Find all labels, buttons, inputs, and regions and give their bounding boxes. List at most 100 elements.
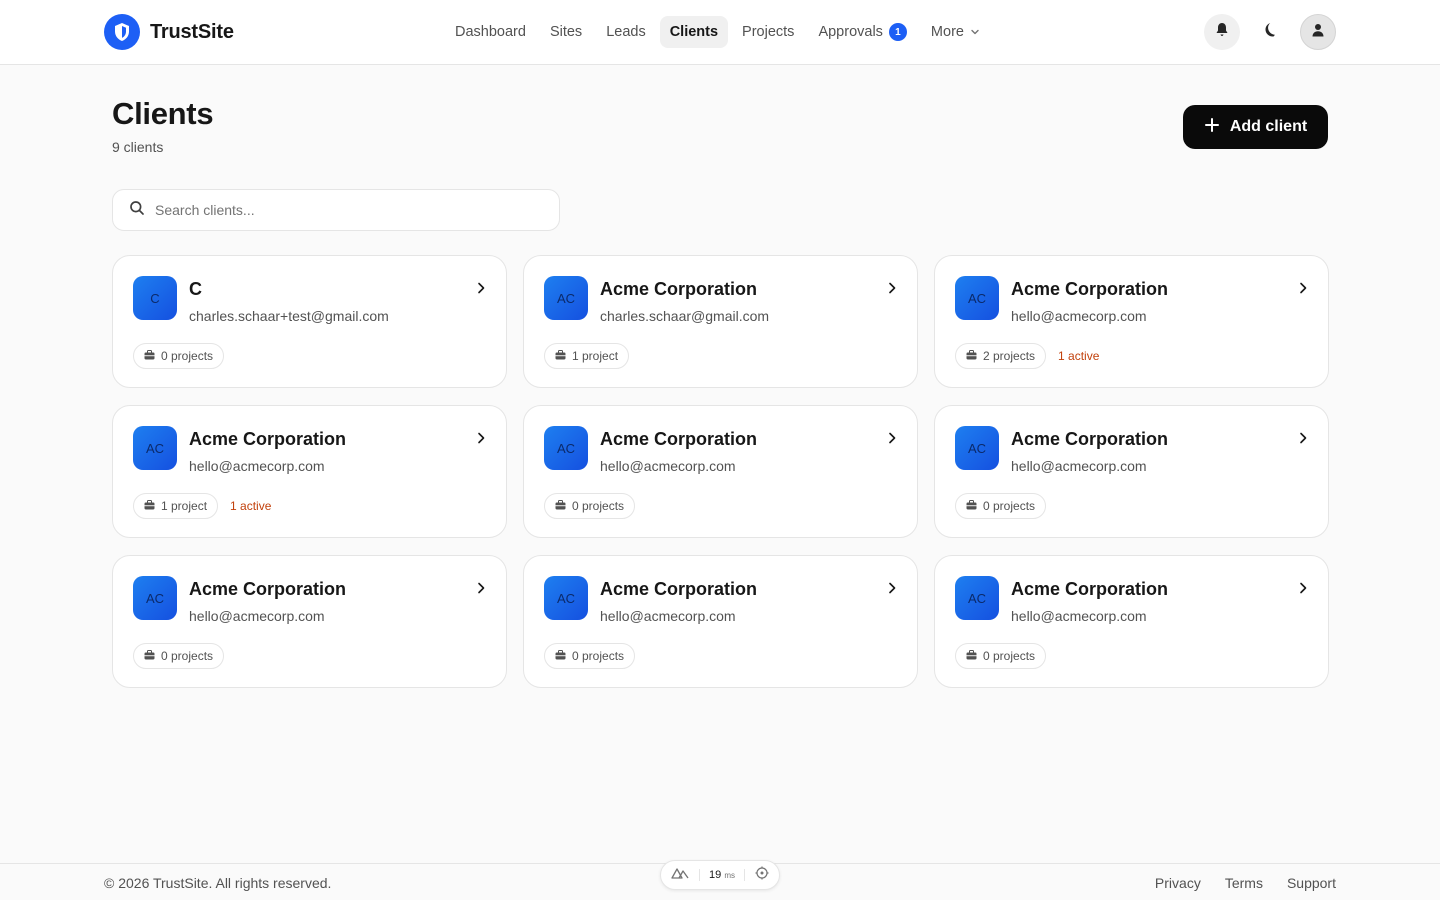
client-card-footer: 2 projects 1 active bbox=[955, 343, 1099, 369]
client-avatar: AC bbox=[133, 576, 177, 620]
briefcase-icon bbox=[144, 349, 155, 363]
client-card-footer: 1 project bbox=[544, 343, 630, 369]
footer-link-privacy[interactable]: Privacy bbox=[1155, 875, 1201, 891]
client-email: hello@acmecorp.com bbox=[1011, 608, 1147, 624]
briefcase-icon bbox=[555, 649, 566, 663]
chevron-right-icon bbox=[1298, 432, 1308, 444]
nav-dashboard-label: Dashboard bbox=[455, 24, 526, 40]
projects-count-pill: 0 projects bbox=[133, 643, 225, 669]
chevron-right-icon bbox=[887, 282, 897, 294]
projects-count: 0 projects bbox=[572, 649, 625, 663]
projects-count-pill: 1 project bbox=[133, 493, 219, 519]
top-navbar: TrustSite Dashboard Sites Leads Clients … bbox=[0, 0, 1440, 65]
nav-clients-label: Clients bbox=[669, 24, 719, 40]
footer-links: Privacy Terms Support bbox=[1155, 875, 1336, 891]
client-card-footer: 0 projects bbox=[133, 643, 225, 669]
projects-count-pill: 0 projects bbox=[955, 643, 1047, 669]
nav-approvals-label: Approvals bbox=[818, 24, 883, 40]
client-card-footer: 0 projects bbox=[544, 643, 636, 669]
projects-count: 0 projects bbox=[161, 349, 214, 363]
client-card-footer: 0 projects bbox=[544, 493, 636, 519]
clients-count: 9 clients bbox=[112, 139, 164, 155]
client-card[interactable]: AC Acme Corporation hello@acmecorp.com 0 pr… bbox=[934, 555, 1329, 688]
projects-count-pill: 0 projects bbox=[133, 343, 225, 369]
add-client-button[interactable]: Add client bbox=[1183, 105, 1328, 149]
nav-sites[interactable]: Sites bbox=[540, 16, 592, 48]
brand-name: TrustSite bbox=[150, 20, 234, 43]
client-avatar: C bbox=[133, 276, 177, 320]
client-card-footer: 0 projects bbox=[133, 343, 225, 369]
notifications-button[interactable] bbox=[1204, 14, 1240, 50]
client-card-footer: 0 projects bbox=[955, 493, 1047, 519]
search-input[interactable] bbox=[155, 202, 535, 218]
plus-icon bbox=[1204, 117, 1220, 138]
brand[interactable]: TrustSite bbox=[104, 14, 234, 50]
client-avatar: AC bbox=[955, 426, 999, 470]
client-card[interactable]: AC Acme Corporation hello@acmecorp.com 1 pr… bbox=[112, 405, 507, 538]
client-card-footer: 1 project 1 active bbox=[133, 493, 271, 519]
user-menu-button[interactable] bbox=[1300, 14, 1336, 50]
user-icon bbox=[1311, 23, 1325, 42]
client-email: hello@acmecorp.com bbox=[1011, 458, 1147, 474]
copyright-text: © 2026 TrustSite. All rights reserved. bbox=[104, 875, 332, 891]
theme-toggle-button[interactable] bbox=[1252, 14, 1288, 50]
projects-count: 1 project bbox=[572, 349, 619, 363]
nav-sites-label: Sites bbox=[549, 24, 583, 40]
client-card[interactable]: AC Acme Corporation hello@acmecorp.com 0 pr… bbox=[523, 405, 918, 538]
nav-dashboard[interactable]: Dashboard bbox=[445, 16, 536, 48]
main-nav: Dashboard Sites Leads Clients Projects A… bbox=[445, 16, 994, 48]
client-avatar: AC bbox=[133, 426, 177, 470]
nav-clients[interactable]: Clients bbox=[659, 16, 729, 48]
client-card[interactable]: C Ccharles.schaar+test@gmail.com 0 project… bbox=[112, 255, 507, 388]
projects-count-pill: 0 projects bbox=[544, 643, 636, 669]
client-card[interactable]: AC Acme Corporation hello@acmecorp.com 0 pr… bbox=[934, 405, 1329, 538]
client-avatar: AC bbox=[544, 276, 588, 320]
clients-grid: C Ccharles.schaar+test@gmail.com 0 project… bbox=[112, 255, 1329, 688]
chevron-right-icon bbox=[1298, 582, 1308, 594]
nav-more-dropdown[interactable]: More bbox=[921, 16, 990, 48]
client-email: charles.schaar+test@gmail.com bbox=[189, 308, 389, 324]
render-time: 19 ms bbox=[709, 869, 735, 881]
nuxt-logo-icon[interactable] bbox=[671, 866, 689, 884]
chevron-right-icon bbox=[887, 432, 897, 444]
client-name: Acme Corporation bbox=[1011, 279, 1169, 299]
briefcase-icon bbox=[966, 649, 977, 663]
nav-leads[interactable]: Leads bbox=[596, 16, 656, 48]
projects-count: 0 projects bbox=[572, 499, 625, 513]
footer-link-terms[interactable]: Terms bbox=[1225, 875, 1263, 891]
client-email: hello@acmecorp.com bbox=[189, 458, 325, 474]
client-email: hello@acmecorp.com bbox=[600, 458, 736, 474]
crosshair-icon[interactable] bbox=[755, 866, 769, 885]
client-email: hello@acmecorp.com bbox=[1011, 308, 1147, 324]
client-card[interactable]: AC Acme Corporation hello@acmecorp.com 0 pr… bbox=[523, 555, 918, 688]
briefcase-icon bbox=[144, 649, 155, 663]
client-email: charles.schaar@gmail.com bbox=[600, 308, 770, 324]
search-icon bbox=[129, 200, 145, 221]
footer-link-support[interactable]: Support bbox=[1287, 875, 1336, 891]
approvals-count-badge: 1 bbox=[888, 23, 907, 41]
briefcase-icon bbox=[555, 499, 566, 513]
projects-count-pill: 2 projects bbox=[955, 343, 1047, 369]
chevron-right-icon bbox=[476, 432, 486, 444]
client-name: Acme Corporation bbox=[189, 579, 347, 599]
client-avatar: AC bbox=[955, 576, 999, 620]
client-avatar: AC bbox=[544, 576, 588, 620]
nav-leads-label: Leads bbox=[606, 24, 646, 40]
client-card[interactable]: AC Acme Corporation charles.schaar@gmail.c… bbox=[523, 255, 918, 388]
dev-toolbar[interactable]: 19 ms bbox=[660, 860, 780, 890]
client-card[interactable]: AC Acme Corporation hello@acmecorp.com 2 pr… bbox=[934, 255, 1329, 388]
client-name: Acme Corporation bbox=[600, 429, 758, 449]
client-card[interactable]: AC Acme Corporation hello@acmecorp.com 0 pr… bbox=[112, 555, 507, 688]
projects-count-pill: 1 project bbox=[544, 343, 630, 369]
render-time-unit: ms bbox=[724, 871, 735, 880]
projects-count: 0 projects bbox=[161, 649, 214, 663]
active-projects-label: 1 active bbox=[1058, 349, 1100, 363]
briefcase-icon bbox=[966, 499, 977, 513]
nav-approvals[interactable]: Approvals 1 bbox=[808, 16, 916, 48]
moon-icon bbox=[1261, 21, 1279, 44]
projects-count-pill: 0 projects bbox=[955, 493, 1047, 519]
nav-projects[interactable]: Projects bbox=[732, 16, 804, 48]
briefcase-icon bbox=[555, 349, 566, 363]
shield-logo-icon bbox=[104, 14, 140, 50]
briefcase-icon bbox=[966, 349, 977, 363]
